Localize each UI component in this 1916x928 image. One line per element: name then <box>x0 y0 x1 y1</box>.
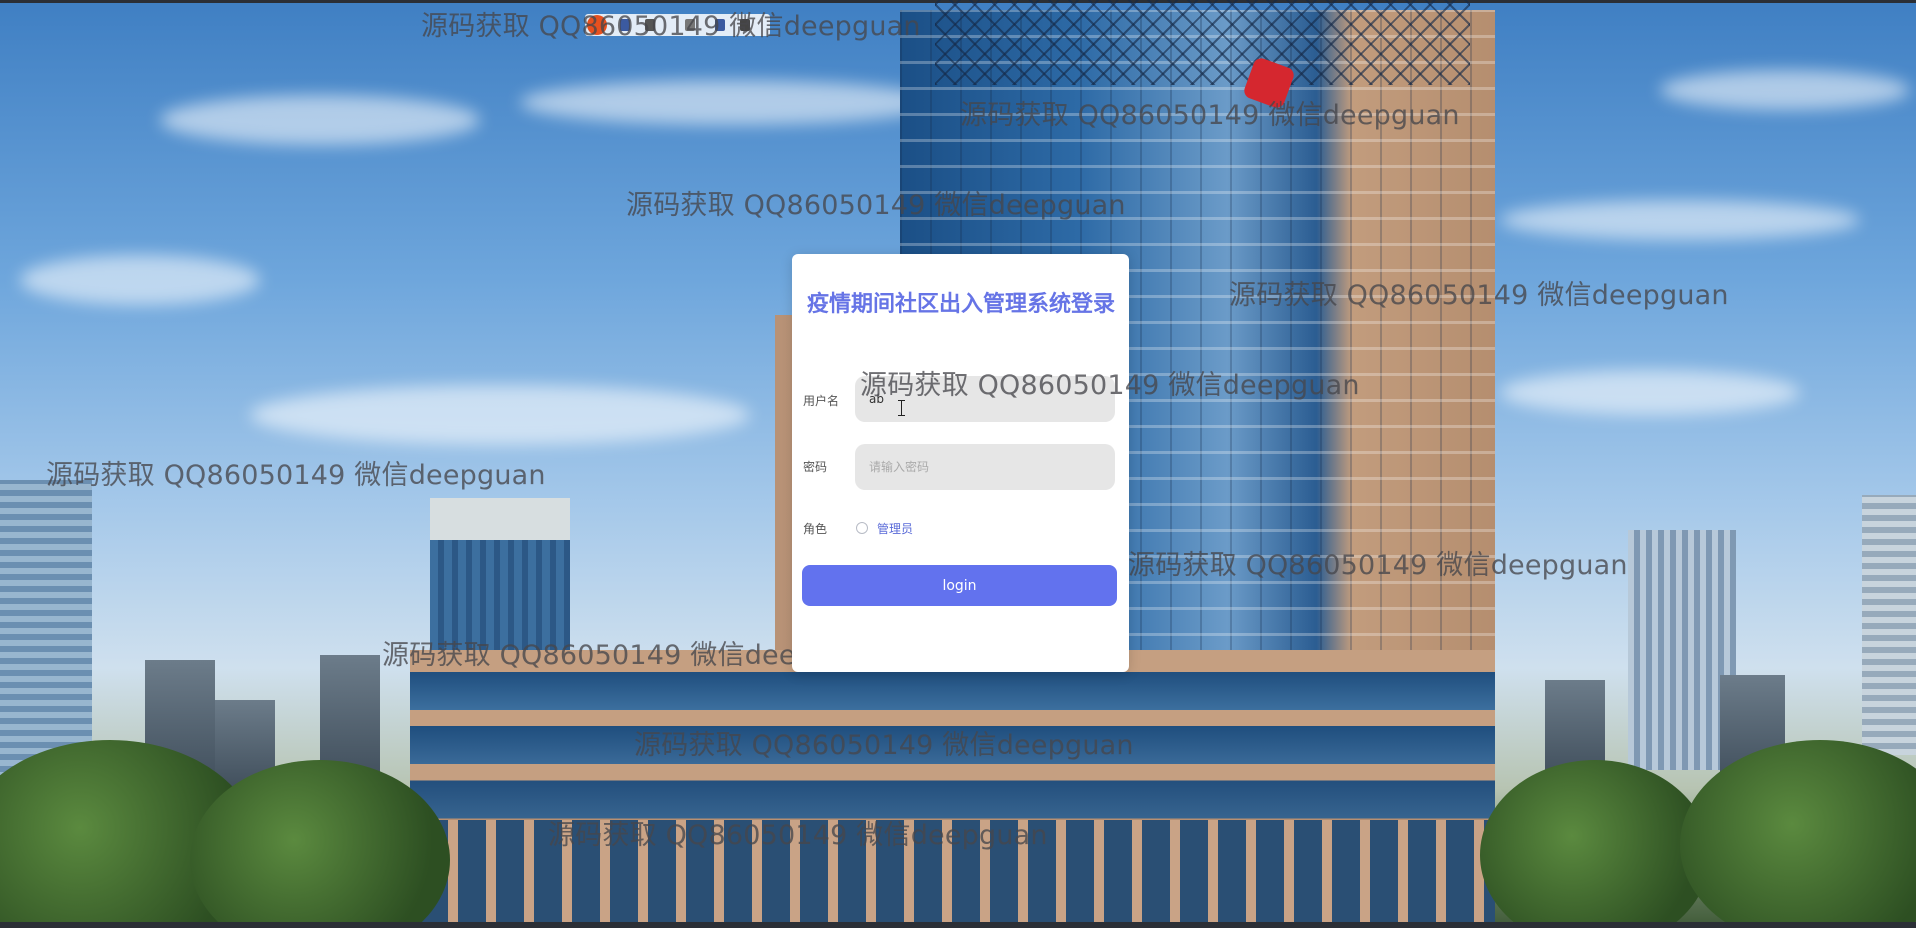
login-title: 疫情期间社区出入管理系统登录 <box>806 292 1115 317</box>
hospital-tower-crown <box>935 0 1470 85</box>
password-label: 密码 <box>803 460 828 474</box>
cloud <box>250 385 750 445</box>
toolbar-icon[interactable] <box>715 19 725 31</box>
cloud <box>1500 200 1860 240</box>
role-label: 角色 <box>803 522 828 536</box>
role-radio-admin[interactable] <box>856 522 868 534</box>
toolbar-icon[interactable] <box>645 19 655 31</box>
cloud <box>520 80 940 125</box>
username-input[interactable] <box>855 376 1115 422</box>
toolbar-icon[interactable] <box>620 19 630 31</box>
window-bottom-border <box>0 922 1916 928</box>
login-card: 疫情期间社区出入管理系统登录 用户名 密码 角色 管理员 login <box>792 254 1129 672</box>
background-photo: 源码获取 QQ86050149 微信deepguan 源码获取 QQ860501… <box>0 0 1916 928</box>
cloud <box>160 95 480 145</box>
text-cursor-icon <box>897 400 905 416</box>
cloud <box>1660 70 1910 110</box>
toolbar-icon[interactable] <box>685 19 695 31</box>
hospital-podium <box>410 650 1495 922</box>
cloud <box>1500 370 1800 415</box>
building-far-right <box>1862 495 1916 755</box>
username-label: 用户名 <box>803 394 840 408</box>
browser-toolbar[interactable] <box>585 14 770 36</box>
hotel-tower-crown <box>430 498 570 543</box>
watermark-text: 源码获取 QQ86050149 微信deepguan <box>46 460 546 491</box>
login-button[interactable]: login <box>802 565 1117 606</box>
password-input[interactable] <box>855 444 1115 490</box>
role-option-label[interactable]: 管理员 <box>877 520 913 537</box>
trees <box>1480 760 1710 928</box>
toolbar-icon[interactable] <box>740 19 750 31</box>
cloud <box>20 255 260 305</box>
browser-logo-icon <box>587 15 607 35</box>
